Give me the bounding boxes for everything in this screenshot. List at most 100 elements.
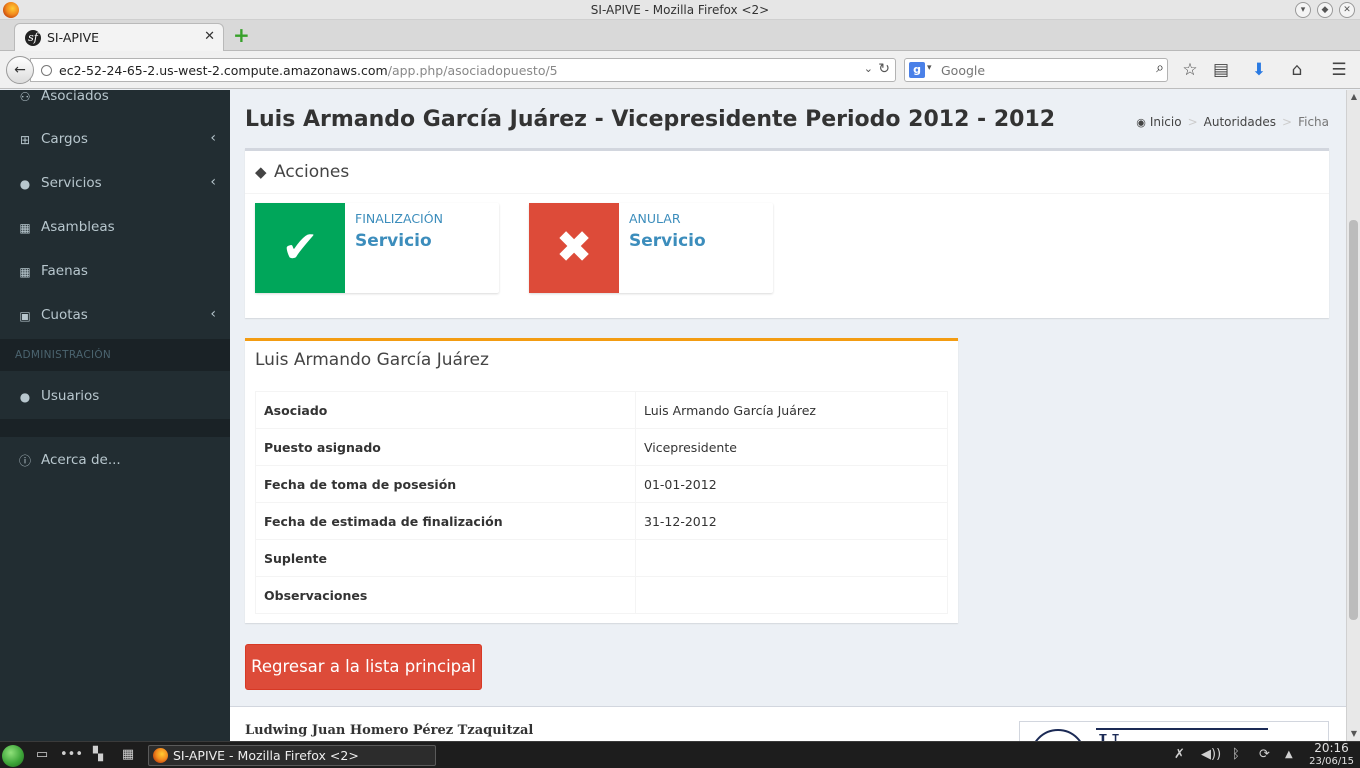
- sidebar-item-label: Cargos: [41, 131, 88, 147]
- window-titlebar: SI-APIVE - Mozilla Firefox <2> ▾ ◆ ✕: [0, 0, 1360, 20]
- firefox-icon: [153, 748, 168, 763]
- search-input[interactable]: [941, 62, 1141, 78]
- breadcrumb-item-ficha: Ficha: [1298, 115, 1329, 129]
- infobox-value[interactable]: Servicio: [629, 231, 706, 251]
- sidebar-item-label: Usuarios: [41, 388, 100, 404]
- page-footer: Ludwing Juan Homero Pérez Tzaquitzal U: [230, 706, 1346, 741]
- chevron-left-icon: ‹: [210, 174, 216, 190]
- breadcrumb-separator: >: [1187, 115, 1198, 129]
- google-icon[interactable]: g: [909, 62, 925, 78]
- sidebar-item-usuarios[interactable]: ● Usuarios: [0, 375, 230, 419]
- acciones-header: ◆ Acciones: [245, 151, 1329, 194]
- anular-servicio-button[interactable]: ✖ ANULAR Servicio: [529, 203, 773, 293]
- desktop-icon[interactable]: ▭: [32, 746, 52, 764]
- sidebar-divider: [0, 419, 230, 437]
- chevron-left-icon: ‹: [210, 306, 216, 322]
- calculator-icon[interactable]: ▦: [118, 746, 138, 764]
- sidebar-item-faenas[interactable]: ▦ Faenas: [0, 250, 230, 294]
- network-disabled-icon[interactable]: ✗: [1174, 747, 1185, 762]
- table-row: Fecha de estimada de finalización 31-12-…: [255, 502, 948, 540]
- users-icon: ⚇: [19, 90, 31, 104]
- page-scrollbar[interactable]: ▲ ▼: [1346, 90, 1360, 741]
- url-path: /app.php/asociadopuesto/5: [387, 63, 558, 78]
- reading-list-icon[interactable]: ▤: [1210, 59, 1232, 81]
- dashboard-icon: ◉: [1136, 116, 1146, 129]
- sidebar-item-cuotas[interactable]: ▣ Cuotas ‹: [0, 294, 230, 338]
- sidebar-item-asambleas[interactable]: ▦ Asambleas: [0, 206, 230, 250]
- new-tab-icon[interactable]: +: [233, 25, 250, 45]
- breadcrumb-separator: >: [1282, 115, 1293, 129]
- tray-expand-icon[interactable]: ▲: [1285, 749, 1293, 760]
- scroll-up-icon[interactable]: ▲: [1347, 90, 1360, 104]
- page-viewport: ⚇ Asociados ⊞ Cargos ‹ ● Servicios ‹ ▦ A…: [0, 90, 1346, 741]
- bookmark-star-icon[interactable]: ☆: [1179, 59, 1201, 81]
- detail-table: Asociado Luis Armando García Juárez Pues…: [255, 391, 948, 614]
- home-icon[interactable]: ⌂: [1286, 59, 1308, 81]
- finalizacion-servicio-button[interactable]: ✔ FINALIZACIÓN Servicio: [255, 203, 499, 293]
- symfony-favicon-icon: sf: [25, 30, 41, 46]
- infobox-label: FINALIZACIÓN: [355, 211, 443, 226]
- row-label: Fecha de estimada de finalización: [255, 502, 636, 540]
- back-button[interactable]: ←: [6, 56, 34, 84]
- user-icon: ●: [19, 390, 31, 404]
- clock-time: 20:16: [1314, 741, 1349, 755]
- navigation-bar: ec2-52-24-65-2.us-west-2.compute.amazona…: [0, 51, 1360, 89]
- sidebar-item-label: Cuotas: [41, 307, 88, 323]
- maximize-icon[interactable]: ◆: [1317, 2, 1333, 18]
- workspace-switcher-icon[interactable]: ▚: [88, 746, 108, 764]
- row-label: Fecha de toma de posesión: [255, 465, 636, 503]
- taskbar-window-firefox[interactable]: SI-APIVE - Mozilla Firefox <2>: [148, 745, 436, 766]
- bluetooth-icon[interactable]: ᛒ: [1232, 747, 1240, 762]
- sidebar-item-label: Acerca de...: [41, 452, 121, 468]
- breadcrumb-item-autoridades[interactable]: Autoridades: [1204, 115, 1276, 129]
- history-dropdown-icon[interactable]: ⌄: [864, 62, 873, 75]
- download-icon[interactable]: ⬇: [1248, 59, 1270, 81]
- scroll-down-icon[interactable]: ▼: [1347, 727, 1360, 741]
- row-value: 31-12-2012: [635, 502, 948, 540]
- row-value: Vicepresidente: [635, 428, 948, 466]
- browser-tab[interactable]: sf SI-APIVE ✕: [14, 23, 224, 51]
- sidebar-item-servicios[interactable]: ● Servicios ‹: [0, 162, 230, 206]
- infobox-value[interactable]: Servicio: [355, 231, 432, 251]
- tint-icon: ●: [19, 177, 31, 191]
- sync-icon[interactable]: ⟳: [1259, 747, 1270, 762]
- sidebar-item-cargos[interactable]: ⊞ Cargos ‹: [0, 118, 230, 162]
- more-apps-icon[interactable]: •••: [60, 746, 83, 764]
- close-window-icon[interactable]: ✕: [1339, 2, 1355, 18]
- search-bar[interactable]: g ▾ ⌕: [904, 58, 1168, 82]
- reload-icon[interactable]: ↻: [878, 61, 890, 77]
- scrollbar-thumb[interactable]: [1349, 220, 1358, 620]
- sidebar-section-header-label: ADMINISTRACIÓN: [15, 349, 112, 361]
- volume-icon[interactable]: ◀)): [1201, 747, 1221, 762]
- sidebar-item-asociados[interactable]: ⚇ Asociados: [0, 90, 230, 119]
- return-to-list-button[interactable]: Regresar a la lista principal: [245, 644, 482, 690]
- calendar-icon: ▦: [19, 265, 31, 279]
- sidebar-item-acerca[interactable]: ⓘ Acerca de...: [0, 439, 230, 483]
- breadcrumb: ◉ Inicio > Autoridades > Ficha: [1136, 115, 1329, 129]
- table-row: Puesto asignado Vicepresidente: [255, 428, 948, 466]
- sidebar-item-label: Servicios: [41, 175, 102, 191]
- minimize-icon[interactable]: ▾: [1295, 2, 1311, 18]
- start-menu-icon[interactable]: [2, 745, 24, 767]
- globe-icon: [41, 65, 52, 76]
- taskbar: ▭ ••• ▚ ▦ SI-APIVE - Mozilla Firefox <2>…: [0, 741, 1360, 768]
- sidebar-item-label: Asambleas: [41, 219, 115, 235]
- window-title: SI-APIVE - Mozilla Firefox <2>: [590, 3, 770, 17]
- url-bar[interactable]: ec2-52-24-65-2.us-west-2.compute.amazona…: [30, 58, 896, 82]
- page-title: Luis Armando García Juárez - Vicepreside…: [245, 107, 1056, 132]
- logo-wordmark: U: [1098, 730, 1126, 741]
- menu-icon[interactable]: ☰: [1328, 59, 1350, 81]
- close-tab-icon[interactable]: ✕: [204, 29, 215, 44]
- sidebar-section-header: ADMINISTRACIÓN: [0, 339, 230, 371]
- row-label: Puesto asignado: [255, 428, 636, 466]
- taskbar-window-label: SI-APIVE - Mozilla Firefox <2>: [173, 748, 359, 763]
- clock[interactable]: 20:16 23/06/15: [1309, 742, 1354, 768]
- table-row: Asociado Luis Armando García Juárez: [255, 391, 948, 429]
- url-text[interactable]: ec2-52-24-65-2.us-west-2.compute.amazona…: [59, 63, 558, 78]
- binoculars-icon[interactable]: ⌕: [1156, 60, 1164, 76]
- row-value: 01-01-2012: [635, 465, 948, 503]
- search-engine-dropdown-icon[interactable]: ▾: [927, 63, 932, 73]
- table-row: Fecha de toma de posesión 01-01-2012: [255, 465, 948, 503]
- acciones-title: Acciones: [274, 162, 350, 182]
- breadcrumb-item-inicio[interactable]: Inicio: [1150, 115, 1182, 129]
